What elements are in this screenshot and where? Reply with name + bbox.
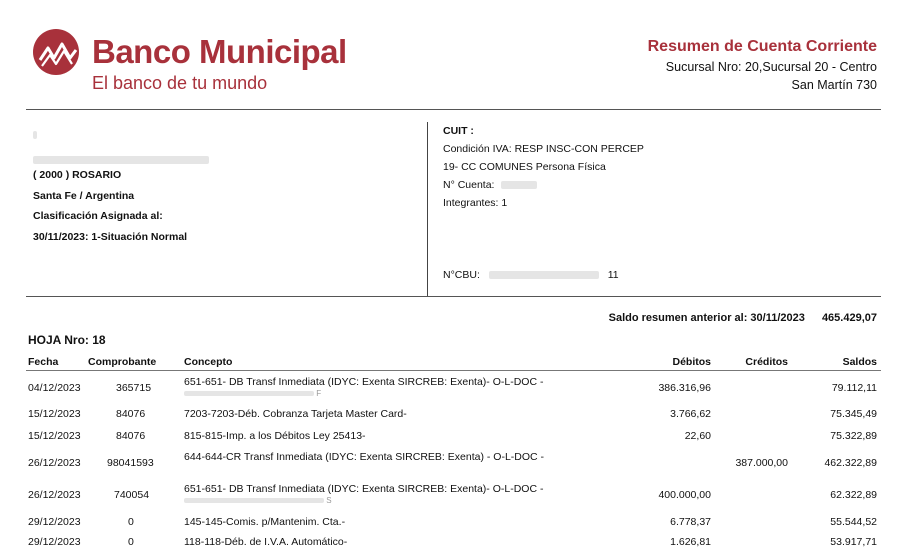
table-row-fecha: 29/12/2023 [28, 516, 81, 528]
table-row-fecha: 15/12/2023 [28, 408, 81, 420]
table-row-concepto: 651-651- DB Transf Inmediata (IDYC: Exen… [184, 376, 543, 400]
table-row-concepto: 651-651- DB Transf Inmediata (IDYC: Exen… [184, 483, 543, 507]
table-row-saldo: 62.322,89 [830, 489, 877, 501]
table-row-debito: 386.316,96 [658, 382, 711, 394]
table-row-fecha: 26/12/2023 [28, 457, 81, 469]
account-number-label: N° Cuenta: [443, 179, 495, 191]
branch-line-1: Sucursal Nro: 20,Sucursal 20 - Centro [665, 60, 877, 74]
table-row-concepto-redacted: S [184, 495, 543, 507]
table-row-saldo: 75.322,89 [830, 430, 877, 442]
previous-balance: Saldo resumen anterior al: 30/11/2023 46… [609, 312, 877, 324]
table-row-debito: 400.000,00 [658, 489, 711, 501]
table-row-concepto: 118-118-Déb. de I.V.A. Automático- [184, 536, 348, 548]
header-creditos: Créditos [745, 356, 788, 368]
table-row-comprobante: 98041593 [107, 457, 154, 469]
document-title: Resumen de Cuenta Corriente [647, 38, 877, 55]
header-concepto: Concepto [184, 356, 233, 368]
table-row-comprobante: 0 [128, 516, 134, 528]
classification-label: Clasificación Asignada al: [33, 210, 163, 222]
divider-top [26, 109, 881, 110]
redacted-address [33, 151, 209, 169]
cuit-label: CUIT : [443, 125, 474, 137]
table-row-comprobante: 365715 [116, 382, 152, 394]
classification-value: 30/11/2023: 1-Situación Normal [33, 231, 188, 243]
table-row-debito: 22,60 [684, 430, 711, 442]
previous-balance-label: Saldo resumen anterior al: 30/11/2023 [608, 312, 805, 324]
table-row-saldo: 462.322,89 [824, 457, 877, 469]
table-row-comprobante: 0 [128, 536, 134, 548]
client-city: ( 2000 ) ROSARIO [33, 169, 122, 181]
bank-name: Banco Municipal [92, 33, 347, 70]
table-row-saldo: 79.112,11 [831, 382, 877, 394]
divider-table-header [26, 370, 881, 371]
table-row-comprobante: 84076 [116, 430, 146, 442]
table-row-debito: 6.778,37 [670, 516, 711, 528]
redacted-name [33, 126, 37, 144]
branch-line-2: San Martín 730 [791, 78, 877, 92]
iva-condition: Condición IVA: RESP INSC-CON PERCEP [443, 143, 644, 155]
table-row-fecha: 04/12/2023 [28, 382, 81, 394]
table-row-fecha: 26/12/2023 [28, 489, 81, 501]
header-fecha: Fecha [28, 356, 59, 368]
table-row-concepto-text: 651-651- DB Transf Inmediata (IDYC: Exen… [184, 483, 544, 495]
previous-balance-value: 465.429,07 [821, 312, 877, 324]
table-row-saldo: 75.345,49 [830, 408, 877, 420]
table-row-concepto: 145-145-Comis. p/Mantenim. Cta.- [184, 516, 346, 528]
table-row-debito: 3.766,62 [670, 408, 711, 420]
cbu-label: N°CBU: [443, 269, 480, 281]
banco-municipal-logo-icon [33, 29, 79, 75]
table-row-concepto: 644-644-CR Transf Inmediata (IDYC: Exent… [184, 451, 544, 463]
table-row-concepto-text: 644-644-CR Transf Inmediata (IDYC: Exent… [184, 451, 545, 463]
cbu: N°CBU: 11 [443, 269, 619, 281]
bank-tagline: El banco de tu mundo [92, 73, 268, 93]
header-debitos: Débitos [672, 356, 711, 368]
table-row-fecha: 29/12/2023 [28, 536, 81, 548]
cbu-tail: 11 [607, 269, 619, 281]
table-row-comprobante: 740054 [114, 489, 150, 501]
divider-middle [26, 296, 881, 297]
table-row-comprobante: 84076 [116, 408, 146, 420]
header-comprobante: Comprobante [88, 356, 157, 368]
table-row-debito: 1.626,81 [670, 536, 711, 548]
table-row-saldo: 55.544,52 [830, 516, 877, 528]
table-row-credito: 387.000,00 [735, 457, 788, 469]
account-type: 19- CC COMUNES Persona Física [443, 161, 606, 173]
integrantes: Integrantes: 1 [443, 197, 508, 209]
table-row-fecha: 15/12/2023 [28, 430, 81, 442]
sheet-number: HOJA Nro: 18 [28, 333, 106, 347]
table-row-concepto-redacted: F [184, 388, 543, 400]
table-row-saldo: 53.917,71 [830, 536, 877, 548]
header-saldos: Saldos [842, 356, 877, 368]
table-row-concepto-text: 651-651- DB Transf Inmediata (IDYC: Exen… [184, 376, 544, 388]
divider-vertical [427, 122, 428, 296]
table-row-concepto: 815-815-Imp. a los Débitos Ley 25413- [184, 430, 366, 442]
table-row-concepto: 7203-7203-Déb. Cobranza Tarjeta Master C… [184, 408, 407, 420]
client-province: Santa Fe / Argentina [33, 190, 135, 202]
account-number: N° Cuenta: [443, 179, 538, 191]
